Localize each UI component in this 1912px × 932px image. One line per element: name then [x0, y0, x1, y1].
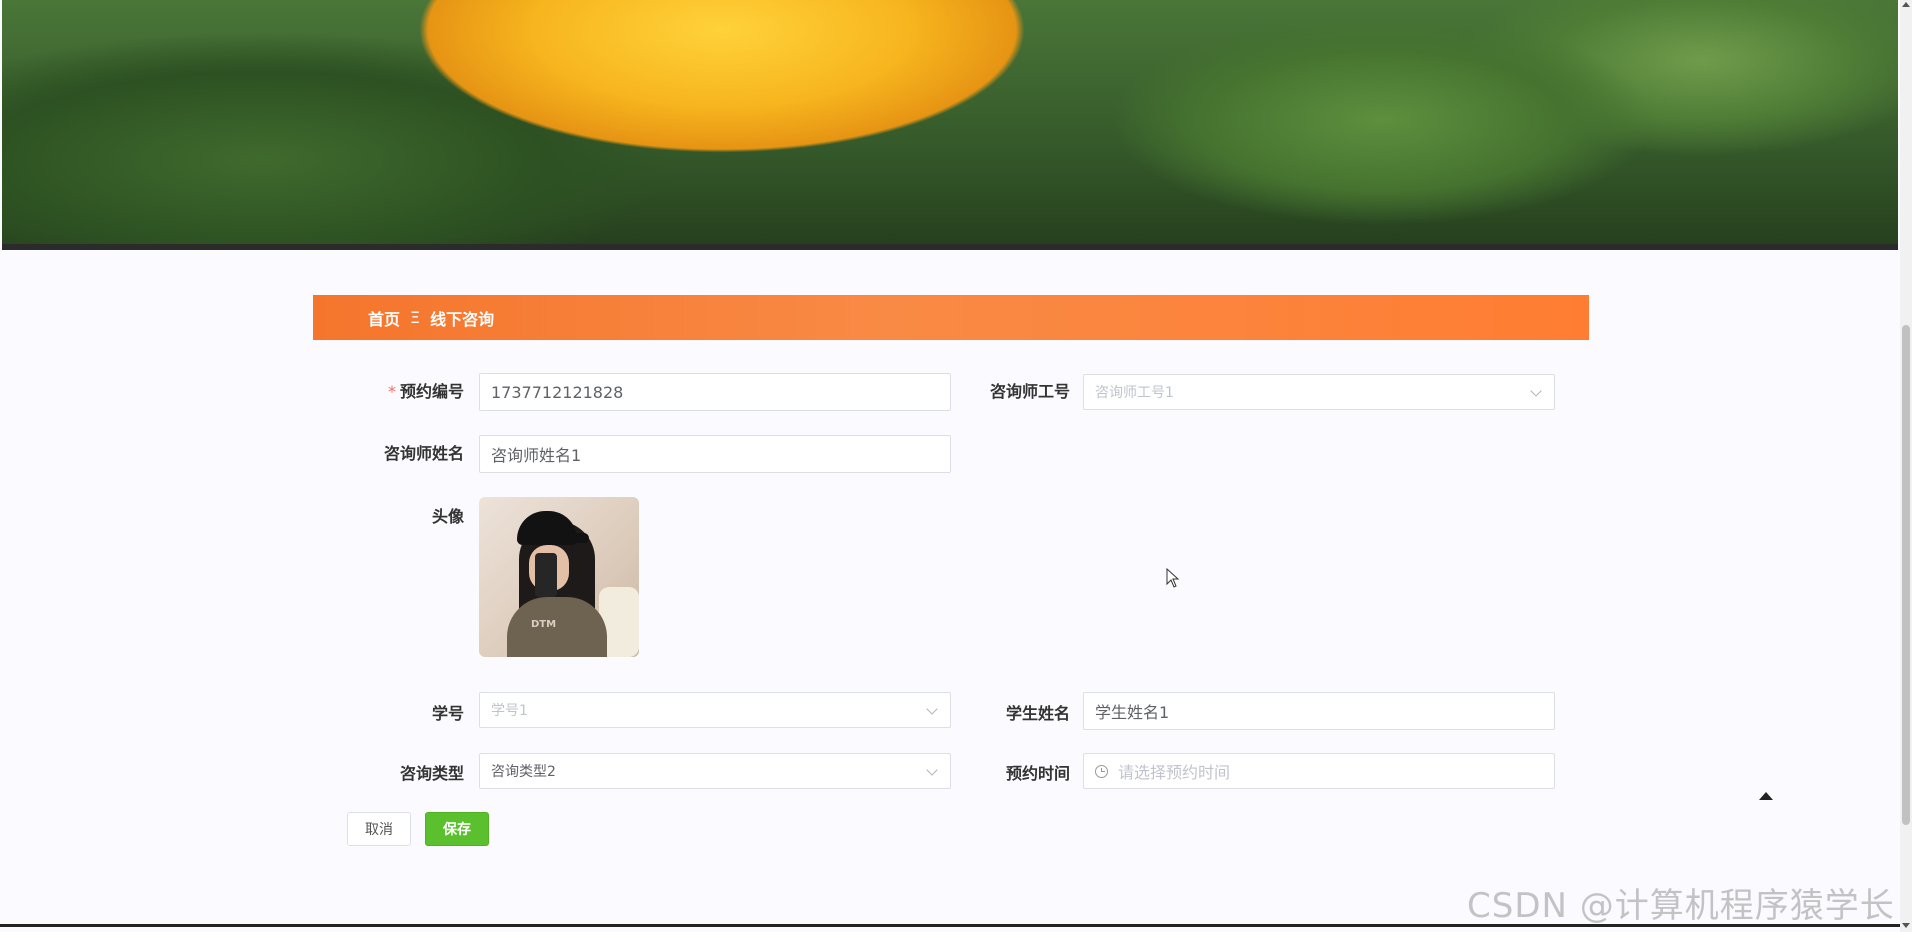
cancel-button[interactable]: 取消 — [347, 812, 411, 846]
breadcrumb-current: 线下咨询 — [430, 309, 495, 329]
counselor-name-label: 咨询师姓名 — [383, 444, 464, 463]
appointment-no-value: 1737712121828 — [491, 382, 624, 402]
student-no-placeholder: 学号1 — [491, 703, 528, 719]
avatar-cap-brim — [547, 533, 589, 543]
counselor-id-label: 咨询师工号 — [989, 382, 1070, 401]
avatar-shirt-text: DTM — [531, 619, 557, 630]
clock-icon — [1095, 764, 1108, 778]
counselor-name-value: 咨询师姓名1 — [491, 446, 582, 465]
avatar-body — [507, 597, 607, 657]
appointment-no-label-text: 预约编号 — [399, 382, 464, 401]
scroll-up-icon[interactable] — [1902, 2, 1910, 7]
avatar-phone — [535, 553, 557, 597]
consult-type-select[interactable]: 咨询类型2 — [479, 753, 951, 789]
chevron-down-icon — [926, 703, 938, 715]
avatar-label: 头像 — [431, 507, 464, 526]
scroll-thumb[interactable] — [1902, 325, 1910, 825]
breadcrumb-separator-icon: Ξ — [410, 308, 421, 327]
consult-type-label: 咨询类型 — [399, 764, 464, 783]
counselor-id-select[interactable]: 咨询师工号1 — [1083, 374, 1555, 410]
student-name-value: 学生姓名1 — [1095, 703, 1170, 722]
counselor-name-input[interactable]: 咨询师姓名1 — [479, 435, 951, 473]
appointment-time-placeholder: 请选择预约时间 — [1118, 763, 1231, 782]
bottom-divider — [0, 924, 1900, 927]
chevron-down-icon — [1530, 385, 1542, 397]
watermark: CSDN @计算机程序猿学长 — [1467, 886, 1895, 926]
required-mark: * — [387, 382, 396, 401]
student-name-input[interactable]: 学生姓名1 — [1083, 692, 1555, 730]
breadcrumb: 首页 Ξ 线下咨询 — [313, 295, 1589, 340]
scroll-down-icon[interactable] — [1902, 923, 1910, 928]
consult-type-value: 咨询类型2 — [491, 764, 556, 780]
save-button[interactable]: 保存 — [425, 812, 489, 846]
appointment-no-input[interactable]: 1737712121828 — [479, 373, 951, 411]
appointment-time-picker[interactable]: 请选择预约时间 — [1083, 753, 1555, 789]
appointment-no-label: * 预约编号 — [360, 378, 464, 402]
breadcrumb-home[interactable]: 首页 — [368, 306, 400, 330]
banner-image — [2, 0, 1898, 244]
student-name-label: 学生姓名 — [1005, 704, 1070, 723]
scrollbar[interactable] — [1900, 0, 1912, 932]
student-no-label: 学号 — [431, 704, 464, 723]
student-no-select[interactable]: 学号1 — [479, 692, 951, 728]
appointment-time-label: 预约时间 — [1005, 764, 1070, 783]
avatar-upload[interactable]: DTM — [479, 497, 639, 657]
chevron-down-icon — [926, 764, 938, 776]
back-to-top-icon[interactable] — [1759, 792, 1773, 800]
counselor-id-placeholder: 咨询师工号1 — [1095, 385, 1174, 401]
banner-divider — [2, 244, 1898, 250]
